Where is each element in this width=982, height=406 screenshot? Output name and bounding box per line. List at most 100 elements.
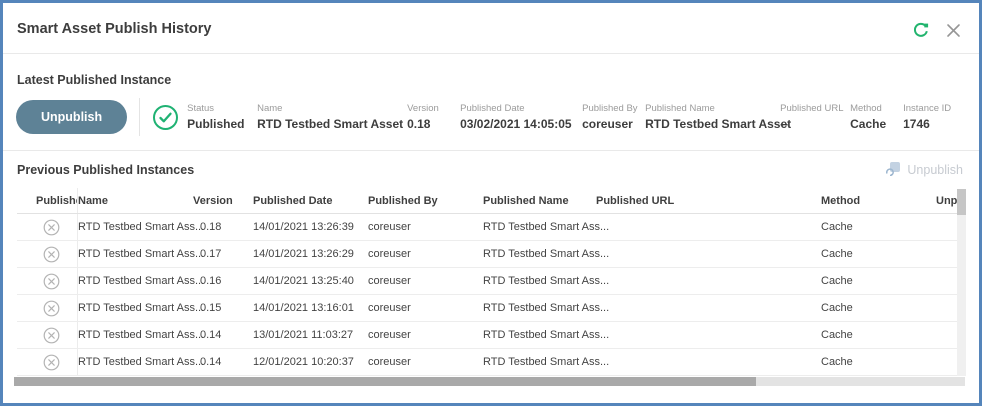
field-method: Method Cache [850, 103, 903, 131]
unpublish-box-arrow-icon [885, 161, 901, 179]
vertical-scrollbar-thumb[interactable] [957, 189, 966, 215]
column-header-published-date: Published Date [253, 195, 368, 207]
cell-published-by: coreuser [368, 221, 483, 233]
cell-version: 0.14 [193, 329, 253, 341]
circle-x-icon [43, 300, 60, 317]
vertical-scrollbar[interactable] [957, 189, 966, 376]
previous-section-title: Previous Published Instances [17, 163, 194, 177]
cell-name: RTD Testbed Smart Ass... [78, 221, 193, 233]
latest-section-title: Latest Published Instance [17, 73, 171, 87]
cell-published-name: RTD Testbed Smart Ass... [483, 329, 596, 341]
field-value: Cache [850, 117, 903, 131]
cell-published-date: 14/01/2021 13:16:01 [253, 302, 368, 314]
table-row[interactable]: RTD Testbed Smart Ass... 0.14 12/01/2021… [17, 349, 961, 376]
header-divider [3, 53, 979, 54]
table-header-row: Published Name Version Published Date Pu… [17, 188, 961, 214]
circle-x-icon [43, 354, 60, 371]
column-header-published-url: Published URL [596, 195, 821, 207]
cell-version: 0.18 [193, 221, 253, 233]
cell-published-by: coreuser [368, 329, 483, 341]
column-header-version: Version [193, 195, 253, 207]
cell-published-by: coreuser [368, 248, 483, 260]
cell-published-date: 14/01/2021 13:26:29 [253, 248, 368, 260]
column-header-published-name: Published Name [483, 195, 596, 207]
field-value: 1746 [903, 117, 953, 131]
table-row[interactable]: RTD Testbed Smart Ass... 0.14 13/01/2021… [17, 322, 961, 349]
unpublish-button[interactable]: Unpublish [16, 100, 127, 134]
vertical-divider [139, 98, 140, 136]
horizontal-scrollbar-thumb[interactable] [14, 377, 756, 386]
cell-method: Cache [821, 356, 936, 368]
table-row[interactable]: RTD Testbed Smart Ass... 0.15 14/01/2021… [17, 295, 961, 322]
table-row[interactable]: RTD Testbed Smart Ass... 0.18 14/01/2021… [17, 214, 961, 241]
cell-version: 0.14 [193, 356, 253, 368]
circle-x-icon [43, 273, 60, 290]
cell-published-name: RTD Testbed Smart Ass... [483, 356, 596, 368]
previous-instances-table: Published Name Version Published Date Pu… [17, 188, 961, 376]
cell-name: RTD Testbed Smart Ass... [78, 329, 193, 341]
cell-published-date: 12/01/2021 10:20:37 [253, 356, 368, 368]
cell-published-date: 14/01/2021 13:26:39 [253, 221, 368, 233]
field-label: Instance ID [903, 103, 953, 114]
unpublish-previous-button[interactable]: Unpublish [885, 161, 963, 179]
cell-published [17, 241, 78, 267]
field-instance-id: Instance ID 1746 [903, 103, 953, 131]
previous-table-body: RTD Testbed Smart Ass... 0.18 14/01/2021… [17, 214, 961, 376]
cell-published-name: RTD Testbed Smart Ass... [483, 248, 596, 260]
horizontal-scrollbar[interactable] [14, 377, 965, 386]
table-row[interactable]: RTD Testbed Smart Ass... 0.16 14/01/2021… [17, 268, 961, 295]
cell-published-date: 14/01/2021 13:25:40 [253, 275, 368, 287]
cell-method: Cache [821, 302, 936, 314]
field-label: Status [187, 103, 257, 114]
field-value: coreuser [582, 117, 645, 131]
field-published-date: Published Date 03/02/2021 14:05:05 [460, 103, 582, 131]
cell-published-by: coreuser [368, 302, 483, 314]
field-value: 03/02/2021 14:05:05 [460, 117, 582, 131]
cell-published-name: RTD Testbed Smart Ass... [483, 221, 596, 233]
refresh-icon[interactable] [912, 21, 930, 39]
field-label: Published Name [645, 103, 780, 114]
field-published-url: Published URL -- [780, 103, 850, 131]
cell-published-date: 13/01/2021 11:03:27 [253, 329, 368, 341]
cell-name: RTD Testbed Smart Ass... [78, 248, 193, 260]
cell-published [17, 214, 78, 240]
column-header-method: Method [821, 195, 936, 207]
column-header-published: Published [17, 188, 78, 213]
cell-method: Cache [821, 329, 936, 341]
circle-x-icon [43, 219, 60, 236]
field-version: Version 0.18 [407, 103, 460, 131]
cell-published-name: RTD Testbed Smart Ass... [483, 302, 596, 314]
dialog-title: Smart Asset Publish History [17, 21, 211, 37]
column-header-name: Name [78, 195, 193, 207]
published-check-icon [152, 104, 179, 131]
circle-x-icon [43, 327, 60, 344]
publish-history-dialog: Smart Asset Publish History Latest Publi… [0, 0, 982, 406]
column-header-published-by: Published By [368, 195, 483, 207]
cell-name: RTD Testbed Smart Ass... [78, 302, 193, 314]
table-row[interactable]: RTD Testbed Smart Ass... 0.17 14/01/2021… [17, 241, 961, 268]
close-icon[interactable] [946, 23, 961, 38]
section-divider [3, 150, 979, 151]
field-label: Method [850, 103, 903, 114]
field-label: Published By [582, 103, 645, 114]
field-status: Status Published [187, 103, 257, 131]
field-published-name: Published Name RTD Testbed Smart Asset [645, 103, 780, 131]
circle-x-icon [43, 246, 60, 263]
cell-name: RTD Testbed Smart Ass... [78, 275, 193, 287]
field-published-by: Published By coreuser [582, 103, 645, 131]
cell-published [17, 322, 78, 348]
latest-instance-strip: Unpublish Status Published Name RTD Test… [16, 95, 953, 139]
cell-published [17, 295, 78, 321]
cell-published [17, 268, 78, 294]
cell-method: Cache [821, 275, 936, 287]
field-label: Name [257, 103, 407, 114]
cell-published-name: RTD Testbed Smart Ass... [483, 275, 596, 287]
field-label: Published URL [780, 103, 850, 114]
cell-method: Cache [821, 221, 936, 233]
cell-version: 0.16 [193, 275, 253, 287]
cell-published [17, 349, 78, 375]
field-value: 0.18 [407, 117, 460, 131]
cell-version: 0.15 [193, 302, 253, 314]
cell-published-by: coreuser [368, 275, 483, 287]
field-value: RTD Testbed Smart Asset [257, 117, 407, 131]
